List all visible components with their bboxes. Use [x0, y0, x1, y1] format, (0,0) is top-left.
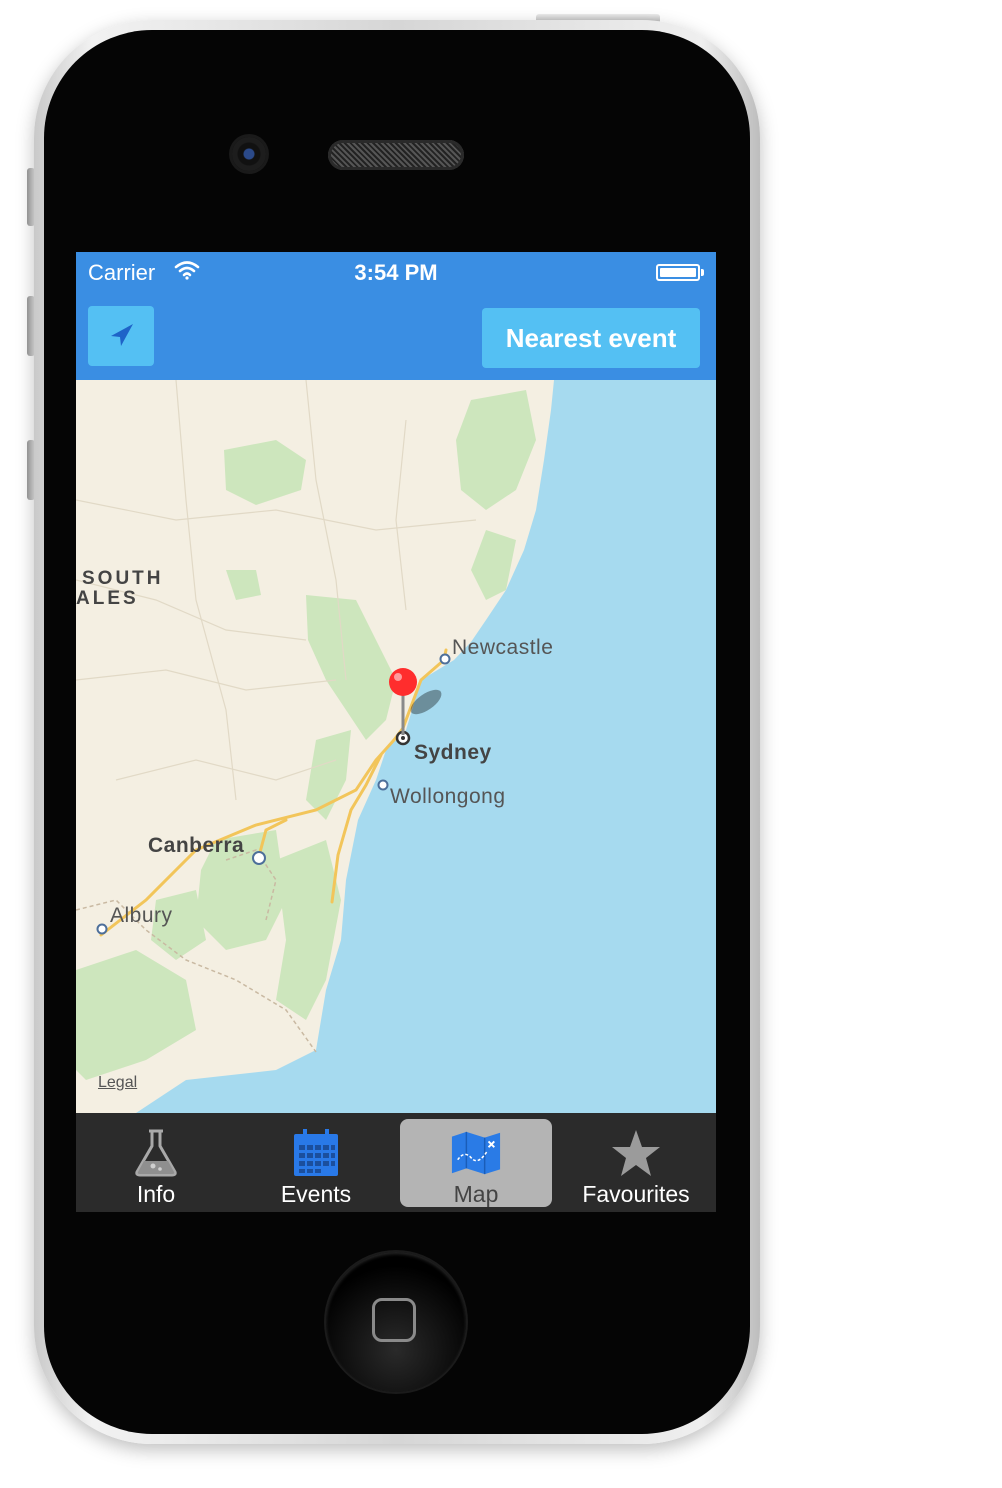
tab-label-events: Events: [280, 1181, 352, 1207]
city-label-sydney: Sydney: [414, 741, 492, 764]
home-square-icon: [372, 1298, 416, 1342]
city-label-wollongong: Wollongong: [390, 785, 506, 808]
tab-label-info: Info: [136, 1181, 176, 1207]
legal-link[interactable]: Legal: [98, 1074, 137, 1092]
battery-icon: [656, 264, 700, 281]
app-screen: Carrier 3:54 PM Nearest event SOUTH ALES…: [76, 252, 716, 1212]
front-camera: [232, 137, 266, 171]
tab-label-favourites: Favourites: [582, 1181, 690, 1207]
earpiece-speaker: [328, 140, 464, 170]
map-canvas: [76, 380, 716, 1113]
home-button[interactable]: [326, 1252, 466, 1392]
tab-info[interactable]: Info: [76, 1113, 236, 1212]
region-label-line2: ALES: [76, 588, 139, 609]
nearest-event-button[interactable]: Nearest event: [482, 308, 700, 368]
city-label-newcastle: Newcastle: [452, 636, 554, 659]
status-bar: Carrier 3:54 PM: [76, 252, 716, 292]
map-view[interactable]: SOUTH ALES Newcastle Sydney Wollongong C…: [76, 380, 716, 1113]
tab-map[interactable]: Map: [396, 1113, 556, 1212]
tab-favourites[interactable]: Favourites: [556, 1113, 716, 1212]
calendar-icon: [290, 1127, 342, 1179]
region-label-line1: SOUTH: [82, 568, 164, 589]
navigation-bar: Nearest event: [76, 292, 716, 380]
locate-me-button[interactable]: [88, 306, 154, 366]
location-arrow-icon: [111, 324, 133, 346]
flask-icon: [130, 1127, 182, 1179]
map-icon: [450, 1127, 502, 1179]
star-icon: [610, 1127, 662, 1179]
city-label-albury: Albury: [110, 904, 173, 927]
tab-bar: Info Events Map Favourites: [76, 1113, 716, 1212]
tab-events[interactable]: Events: [236, 1113, 396, 1212]
status-time: 3:54 PM: [354, 260, 438, 285]
tab-label-map: Map: [453, 1181, 499, 1207]
battery-tip: [701, 269, 704, 276]
city-label-canberra: Canberra: [148, 834, 245, 857]
